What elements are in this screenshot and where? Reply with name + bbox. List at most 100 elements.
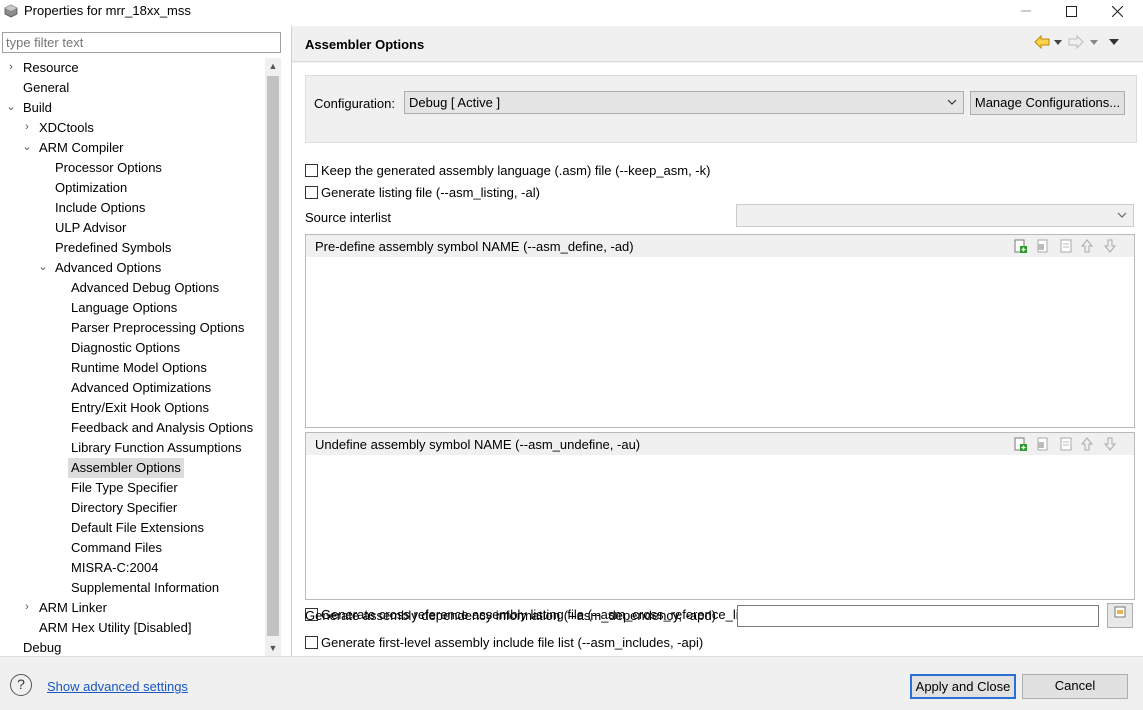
tree-item[interactable]: Language Options <box>68 298 180 318</box>
help-icon[interactable]: ? <box>10 674 32 696</box>
move-down-icon[interactable] <box>1102 436 1118 452</box>
tree-item[interactable]: Diagnostic Options <box>68 338 183 358</box>
page-title: Assembler Options <box>305 37 425 52</box>
predefine-list-header: Pre-define assembly symbol NAME (--asm_d… <box>306 235 1134 257</box>
tree-item[interactable]: Resource <box>20 58 82 78</box>
tree-item[interactable]: Predefined Symbols <box>52 238 174 258</box>
edit-icon[interactable] <box>1058 238 1074 254</box>
tree-expander-icon[interactable]: › <box>22 118 32 138</box>
tree-item[interactable]: Feedback and Analysis Options <box>68 418 256 438</box>
tree-scrollbar[interactable]: ▲ ▼ <box>265 58 281 656</box>
source-interlist-select[interactable] <box>736 204 1134 227</box>
tree-item[interactable]: MISRA-C:2004 <box>68 558 161 578</box>
tree-item[interactable]: Library Function Assumptions <box>68 438 245 458</box>
tree-item[interactable]: Advanced Debug Options <box>68 278 222 298</box>
listing-label: Generate listing file (--asm_listing, -a… <box>321 185 540 200</box>
tree-expander-icon[interactable]: ⌄ <box>6 98 16 118</box>
tree-item[interactable]: Runtime Model Options <box>68 358 210 378</box>
tree-expander-icon[interactable]: › <box>6 58 16 78</box>
tree-item[interactable]: Build <box>20 98 55 118</box>
configuration-select[interactable]: Debug [ Active ] <box>404 91 964 114</box>
include-list-label: Generate first-level assembly include fi… <box>321 635 704 650</box>
page-content: Configuration: Debug [ Active ] Manage C… <box>292 63 1143 656</box>
keep-asm-checkbox[interactable] <box>305 164 318 177</box>
move-down-icon[interactable] <box>1102 238 1118 254</box>
tree-item[interactable]: XDCtools <box>36 118 97 138</box>
tree-expander-icon[interactable]: ⌄ <box>38 258 48 278</box>
delete-icon[interactable] <box>1035 238 1051 254</box>
keep-asm-option[interactable]: Keep the generated assembly language (.a… <box>305 162 710 180</box>
delete-icon[interactable] <box>1035 436 1051 452</box>
predefine-symbol-list[interactable]: Pre-define assembly symbol NAME (--asm_d… <box>305 234 1135 428</box>
add-icon[interactable] <box>1012 238 1028 254</box>
back-menu-chevron-icon[interactable] <box>1054 38 1062 46</box>
tree-item[interactable]: Advanced Optimizations <box>68 378 214 398</box>
minimize-button[interactable] <box>1003 0 1049 22</box>
properties-tree: › Resource General ⌄ Build › XDCtools ⌄ ARM Comp… <box>0 58 266 656</box>
window-title: Properties for mrr_18xx_mss <box>24 3 191 18</box>
tree-item[interactable]: Optimization <box>52 178 130 198</box>
title-bar: Properties for mrr_18xx_mss <box>0 0 1143 24</box>
undefine-symbol-list[interactable]: Undefine assembly symbol NAME (--asm_und… <box>305 432 1135 600</box>
tree-item[interactable]: ARM Hex Utility [Disabled] <box>36 618 194 638</box>
listing-option[interactable]: Generate listing file (--asm_listing, -a… <box>305 184 540 202</box>
manage-configurations-button[interactable]: Manage Configurations... <box>970 91 1125 115</box>
forward-menu-chevron-icon[interactable] <box>1090 38 1098 46</box>
tree-expander-icon[interactable]: ⌄ <box>22 138 32 158</box>
undefine-list-title: Undefine assembly symbol NAME (--asm_und… <box>315 437 641 452</box>
keep-asm-label: Keep the generated assembly language (.a… <box>321 163 711 178</box>
tree-item[interactable]: File Type Specifier <box>68 478 181 498</box>
maximize-button[interactable] <box>1048 0 1094 22</box>
tree-item[interactable]: Command Files <box>68 538 165 558</box>
close-icon <box>1111 5 1123 17</box>
tree-item[interactable]: Entry/Exit Hook Options <box>68 398 212 418</box>
tree-item[interactable]: Debug <box>20 638 64 656</box>
dialog-footer: ? Show advanced settings Apply and Close… <box>0 657 1143 710</box>
listing-checkbox[interactable] <box>305 186 318 199</box>
tree-item[interactable]: ARM Compiler <box>36 138 127 158</box>
tree-item[interactable]: Directory Specifier <box>68 498 180 518</box>
configuration-group: Configuration: Debug [ Active ] Manage C… <box>305 75 1137 143</box>
cancel-button[interactable]: Cancel <box>1022 674 1128 699</box>
tree-item[interactable]: General <box>20 78 72 98</box>
browse-variables-icon <box>1114 606 1126 618</box>
edit-icon[interactable] <box>1058 436 1074 452</box>
include-list-option[interactable]: Generate first-level assembly include fi… <box>305 634 703 652</box>
undefine-list-toolbar <box>1012 436 1128 452</box>
move-up-icon[interactable] <box>1079 436 1095 452</box>
tree-item[interactable]: Default File Extensions <box>68 518 207 538</box>
dependency-input[interactable] <box>737 605 1099 627</box>
include-list-checkbox[interactable] <box>305 636 318 649</box>
back-arrow-icon[interactable] <box>1034 35 1050 49</box>
forward-arrow-icon[interactable] <box>1068 35 1084 49</box>
view-menu-icon[interactable] <box>1109 38 1119 46</box>
source-interlist-label: Source interlist <box>305 210 391 225</box>
scroll-up-icon[interactable]: ▲ <box>265 58 281 74</box>
tree-item[interactable]: Assembler Options <box>68 458 184 478</box>
move-up-icon[interactable] <box>1079 238 1095 254</box>
apply-and-close-button[interactable]: Apply and Close <box>910 674 1016 699</box>
add-icon[interactable] <box>1012 436 1028 452</box>
tree-item[interactable]: Include Options <box>52 198 148 218</box>
configuration-label: Configuration: <box>314 96 395 111</box>
tree-item[interactable]: Processor Options <box>52 158 165 178</box>
minimize-icon <box>1021 10 1031 12</box>
tree-expander-icon[interactable]: › <box>22 598 32 618</box>
chevron-down-icon <box>947 99 957 105</box>
browse-button[interactable] <box>1107 603 1133 628</box>
dependency-label: Generate assembly dependency information… <box>305 608 716 623</box>
close-button[interactable] <box>1094 0 1140 22</box>
tree-item[interactable]: Supplemental Information <box>68 578 222 598</box>
show-advanced-settings-link[interactable]: Show advanced settings <box>47 679 188 694</box>
filter-input[interactable] <box>2 32 281 53</box>
configuration-value: Debug [ Active ] <box>409 95 501 110</box>
scroll-down-icon[interactable]: ▼ <box>265 640 281 656</box>
chevron-down-icon <box>1117 212 1127 218</box>
tree-item[interactable]: Parser Preprocessing Options <box>68 318 247 338</box>
tree-item[interactable]: Advanced Options <box>52 258 164 278</box>
settings-panel: Assembler Options Configuration: Debug [… <box>292 26 1143 656</box>
tree-item[interactable]: ARM Linker <box>36 598 110 618</box>
app-icon <box>4 4 18 18</box>
tree-item[interactable]: ULP Advisor <box>52 218 129 238</box>
scroll-thumb[interactable] <box>267 76 279 636</box>
